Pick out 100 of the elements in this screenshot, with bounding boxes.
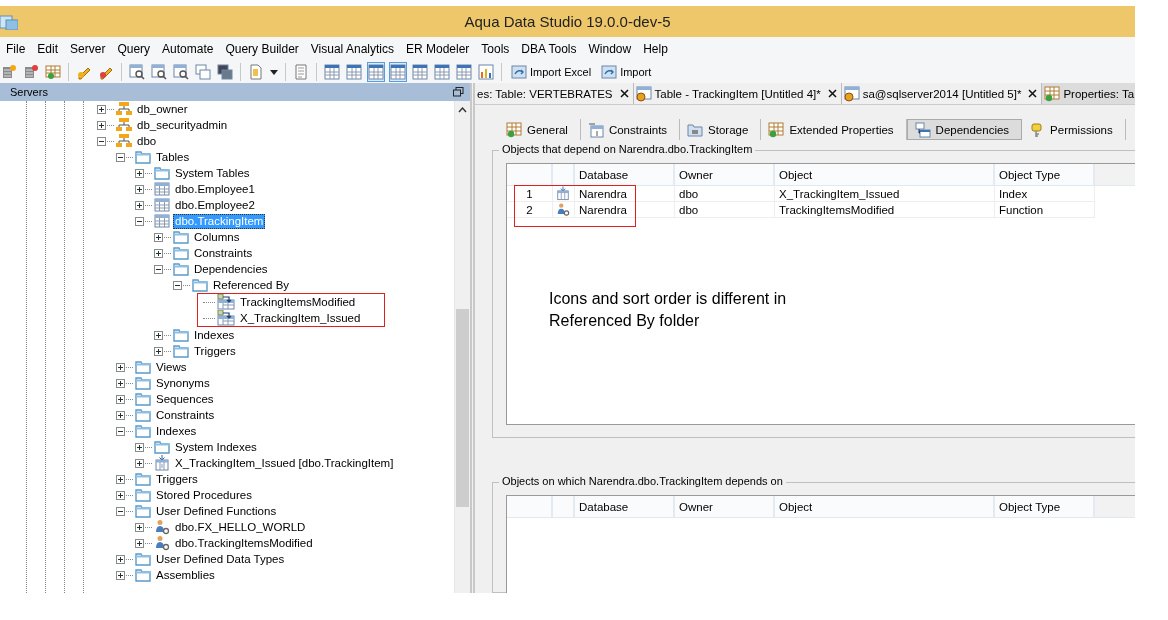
- expand-toggle[interactable]: [173, 280, 182, 290]
- tree-item[interactable]: Triggers: [192, 343, 238, 359]
- toolbar-button[interactable]: [150, 62, 168, 82]
- menu-item[interactable]: Server: [64, 42, 112, 56]
- expand-toggle[interactable]: [116, 474, 125, 484]
- tree-item[interactable]: dbo: [135, 133, 159, 149]
- property-tab[interactable]: Constraints: [580, 119, 681, 140]
- expand-toggle[interactable]: [135, 458, 144, 468]
- tree-item[interactable]: X_TrackingItem_Issued [dbo.TrackingItem]: [173, 455, 396, 471]
- expand-toggle[interactable]: [135, 442, 144, 452]
- expand-toggle[interactable]: [116, 506, 125, 516]
- expand-toggle[interactable]: [154, 248, 163, 258]
- column-header[interactable]: Object: [775, 164, 995, 185]
- tree-item[interactable]: Triggers: [154, 471, 200, 487]
- tree-item[interactable]: Views: [154, 359, 189, 375]
- document-tab[interactable]: Properties: Ta: [1042, 83, 1135, 104]
- menu-item[interactable]: Query: [111, 42, 157, 56]
- expand-toggle[interactable]: [135, 184, 144, 194]
- close-icon[interactable]: [619, 89, 629, 98]
- toolbar-button[interactable]: [216, 62, 234, 82]
- scroll-thumb[interactable]: [456, 309, 469, 507]
- tree-item[interactable]: System Indexes: [173, 439, 259, 455]
- tree-item[interactable]: dbo.TrackingItemsModified: [173, 535, 315, 551]
- scroll-up-icon[interactable]: [458, 107, 467, 113]
- menu-item[interactable]: Help: [637, 42, 674, 56]
- expand-toggle[interactable]: [135, 216, 144, 226]
- tree-item[interactable]: dbo.Employee1: [173, 181, 257, 197]
- tree-item[interactable]: TrackingItemsModified: [238, 294, 358, 310]
- expand-toggle[interactable]: [97, 136, 106, 146]
- column-header[interactable]: Database: [575, 496, 675, 517]
- document-tab[interactable]: Table - TrackingItem [Untitled 4]*: [633, 83, 842, 104]
- tree-item[interactable]: User Defined Functions: [154, 503, 279, 519]
- close-icon[interactable]: [1028, 89, 1038, 98]
- toolbar-button[interactable]: [172, 62, 190, 82]
- property-tab[interactable]: Permissions: [1022, 119, 1126, 140]
- expand-toggle[interactable]: [116, 554, 125, 564]
- tree-item[interactable]: db_owner: [135, 101, 190, 117]
- tree-item[interactable]: Constraints: [192, 245, 255, 261]
- tree-item[interactable]: Constraints: [154, 407, 217, 423]
- expand-toggle[interactable]: [154, 232, 163, 242]
- scrollbar[interactable]: [454, 101, 470, 593]
- expand-toggle[interactable]: [116, 490, 125, 500]
- column-header[interactable]: Object: [775, 496, 995, 517]
- menu-item[interactable]: ER Modeler: [399, 42, 476, 56]
- tree-item[interactable]: Dependencies: [192, 261, 270, 277]
- toolbar-button[interactable]: [128, 62, 146, 82]
- column-header[interactable]: Owner: [675, 164, 775, 185]
- expand-toggle[interactable]: [116, 426, 125, 436]
- expand-toggle[interactable]: [154, 346, 163, 356]
- expand-toggle[interactable]: [154, 330, 163, 340]
- expand-toggle[interactable]: [154, 264, 163, 274]
- tree-item[interactable]: dbo.Employee2: [173, 197, 257, 213]
- tree-item[interactable]: Indexes: [154, 423, 199, 439]
- expand-toggle[interactable]: [97, 104, 106, 114]
- tree-item[interactable]: Referenced By: [211, 277, 292, 293]
- tree-item[interactable]: dbo.FX_HELLO_WORLD: [173, 519, 308, 535]
- tree-item[interactable]: User Defined Data Types: [154, 551, 287, 567]
- expand-toggle[interactable]: [116, 152, 125, 162]
- tree-item[interactable]: Columns: [192, 229, 242, 245]
- expand-toggle[interactable]: [116, 410, 125, 420]
- column-header[interactable]: Object Type: [995, 164, 1095, 185]
- expand-toggle[interactable]: [116, 570, 125, 580]
- menu-item[interactable]: Tools: [475, 42, 516, 56]
- menu-item[interactable]: DBA Tools: [515, 42, 583, 56]
- menu-item[interactable]: File: [0, 42, 32, 56]
- tree-item[interactable]: Tables: [154, 149, 192, 165]
- menu-item[interactable]: Query Builder: [219, 42, 305, 56]
- expand-toggle[interactable]: [116, 394, 125, 404]
- expand-toggle[interactable]: [135, 538, 144, 548]
- menu-item[interactable]: Edit: [31, 42, 65, 56]
- expand-toggle[interactable]: [135, 522, 144, 532]
- column-header[interactable]: Object Type: [995, 496, 1095, 517]
- document-tab[interactable]: sa@sqlserver2014 [Untitled 5]*: [841, 83, 1043, 104]
- close-icon[interactable]: [827, 89, 837, 98]
- restore-icon[interactable]: [453, 87, 464, 97]
- property-tab[interactable]: General: [499, 119, 581, 140]
- tree-item[interactable]: Stored Procedures: [154, 487, 254, 503]
- property-tab[interactable]: Extended Properties: [761, 119, 907, 140]
- expand-toggle[interactable]: [97, 120, 106, 130]
- column-header[interactable]: Database: [575, 164, 675, 185]
- expand-toggle[interactable]: [116, 378, 125, 388]
- menu-item[interactable]: Visual Analytics: [304, 42, 400, 56]
- property-tab[interactable]: Dependencies: [906, 119, 1023, 140]
- document-tab[interactable]: es: Table: VERTEBRATES: [475, 83, 634, 104]
- tree-item[interactable]: Indexes: [192, 327, 237, 343]
- expand-toggle[interactable]: [135, 200, 144, 210]
- tree-item[interactable]: X_TrackingItem_Issued: [238, 310, 363, 326]
- tree-item[interactable]: System Tables: [173, 165, 252, 181]
- property-tab[interactable]: Storage: [680, 119, 762, 140]
- toolbar-button[interactable]: Import: [598, 64, 655, 80]
- column-header[interactable]: Owner: [675, 496, 775, 517]
- menu-item[interactable]: Window: [582, 42, 638, 56]
- tree-item[interactable]: db_securityadmin: [135, 117, 230, 133]
- tree-item[interactable]: Assemblies: [154, 567, 217, 583]
- expand-toggle[interactable]: [116, 362, 125, 372]
- menu-item[interactable]: Automate: [156, 42, 220, 56]
- tree-item[interactable]: Synonyms: [154, 375, 212, 391]
- tree-item[interactable]: Sequences: [154, 391, 216, 407]
- toolbar-button[interactable]: Import Excel: [508, 64, 595, 80]
- expand-toggle[interactable]: [135, 168, 144, 178]
